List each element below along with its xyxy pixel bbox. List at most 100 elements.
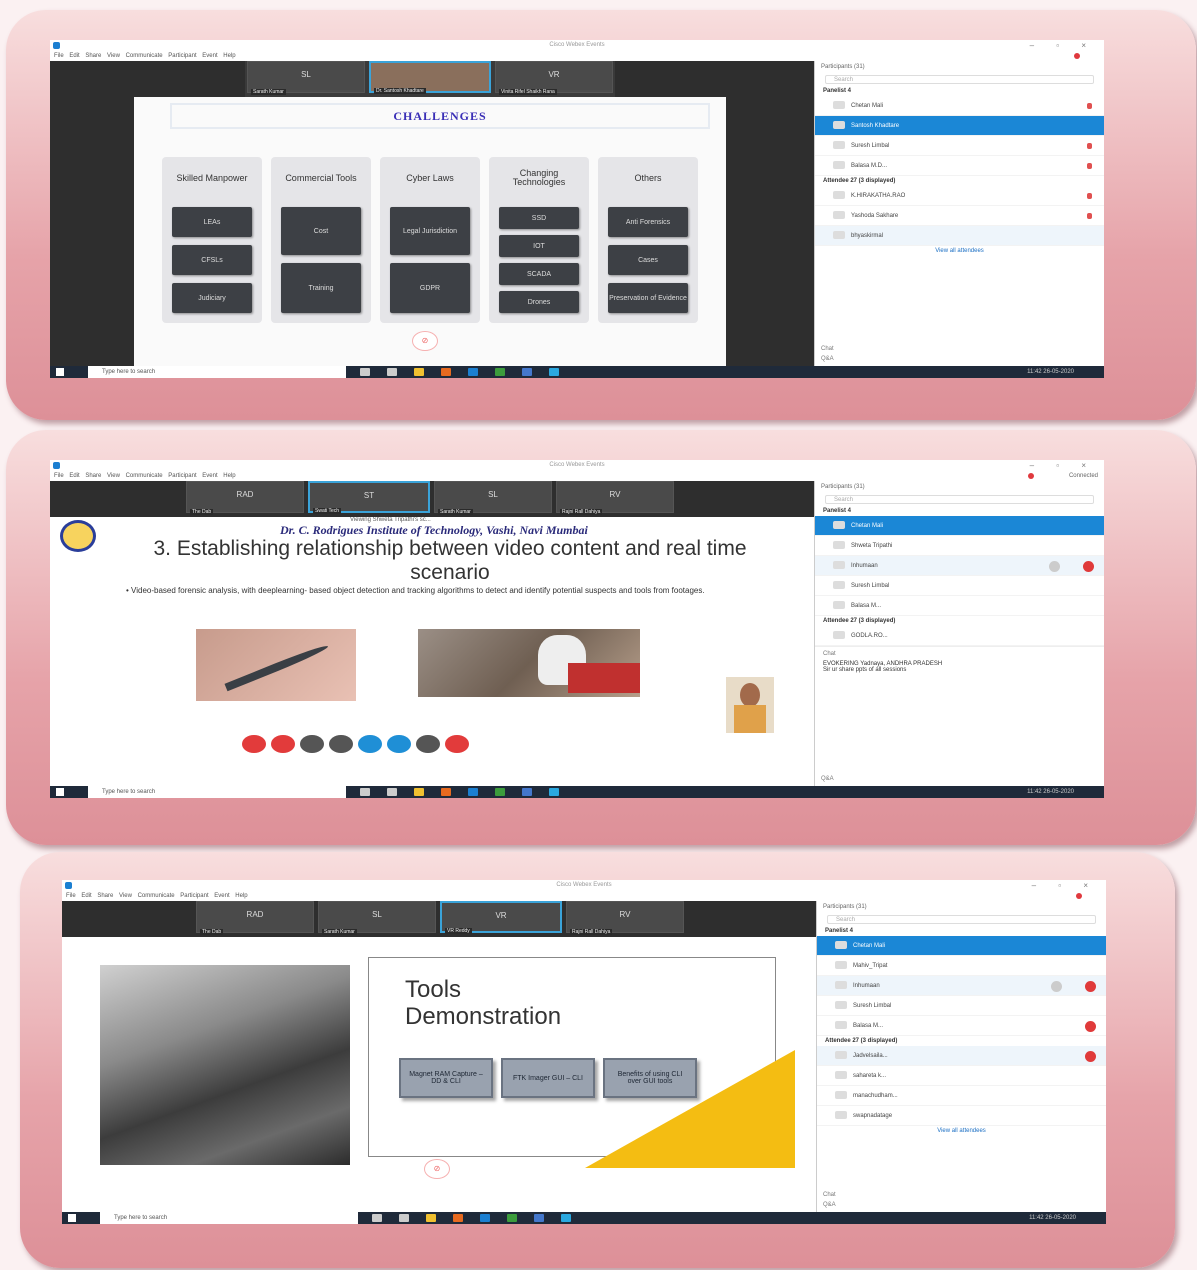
participants-header[interactable]: Participants (31) — [815, 61, 1104, 73]
participant-row[interactable]: swapnadatage — [817, 1106, 1106, 1126]
record-button[interactable] — [329, 735, 353, 753]
view-all-attendees-link[interactable]: View all attendees — [817, 1126, 1106, 1136]
start-icon[interactable] — [68, 1214, 76, 1222]
mic-muted-icon[interactable] — [1085, 981, 1096, 992]
mic-muted-icon[interactable] — [1087, 193, 1092, 199]
window-controls[interactable]: – ▫ × — [1030, 40, 1096, 51]
mic-muted-icon[interactable] — [1083, 561, 1094, 572]
floating-control-icon[interactable]: ⊘ — [412, 331, 438, 351]
leave-button[interactable] — [445, 735, 469, 753]
window-title: Cisco Webex Events — [556, 882, 612, 888]
record-icon[interactable] — [1074, 53, 1080, 59]
video-tile[interactable]: RV Rajni Rall Dahiya — [556, 481, 674, 515]
qa-toggle[interactable]: Q&A — [821, 354, 1098, 364]
mic-muted-icon[interactable] — [1085, 1021, 1096, 1032]
mic-muted-icon[interactable] — [1087, 143, 1092, 149]
stop-video-button[interactable] — [271, 735, 295, 753]
start-icon[interactable] — [56, 368, 64, 376]
participant-row[interactable]: Shweta Tripathi — [815, 536, 1104, 556]
mic-muted-icon[interactable] — [1087, 213, 1092, 219]
avatar — [833, 601, 845, 610]
video-tile-active[interactable]: VR VR Reddy — [440, 901, 562, 934]
participants-header[interactable]: Participants (31) — [817, 901, 1106, 913]
view-all-attendees-link[interactable]: View all attendees — [815, 246, 1104, 256]
meeting-controls[interactable] — [242, 735, 474, 755]
participant-search-input[interactable]: Search — [825, 495, 1094, 504]
video-tile[interactable]: SL Sarath Kumar — [247, 61, 365, 95]
more-button[interactable] — [416, 735, 440, 753]
category-item: Cases — [608, 245, 688, 275]
menu-bar[interactable]: File Edit Share View Communicate Partici… — [50, 51, 1104, 61]
video-tile[interactable]: RAD The Dab — [186, 481, 304, 515]
record-icon[interactable] — [1028, 473, 1034, 479]
participant-row[interactable]: K.HIRAKATHA.RAO — [815, 186, 1104, 206]
participants-button[interactable] — [358, 735, 382, 753]
institute-logo — [60, 520, 96, 552]
menu-items[interactable]: File Edit Share View Communicate Partici… — [66, 893, 248, 899]
chat-toggle[interactable]: Chat — [815, 646, 1104, 661]
participant-row[interactable]: manachudham... — [817, 1086, 1106, 1106]
panelist-section[interactable]: Panelist 4 — [817, 926, 1106, 936]
avatar — [835, 981, 847, 990]
floating-control-icon[interactable]: ⊘ — [424, 1159, 450, 1179]
window-controls[interactable]: – ▫ × — [1032, 880, 1098, 891]
attendee-section[interactable]: Attendee 27 (3 displayed) — [817, 1036, 1106, 1046]
participant-row[interactable]: Suresh Limbal — [815, 136, 1104, 156]
chat-button[interactable] — [387, 735, 411, 753]
attendee-section[interactable]: Attendee 27 (3 displayed) — [815, 176, 1104, 186]
video-tile[interactable]: RV Rajni Rall Dahiya — [566, 901, 684, 935]
menu-items[interactable]: File Edit Share View Communicate Partici… — [54, 473, 236, 479]
participant-row-selected[interactable]: Santosh Khadtare — [815, 116, 1104, 136]
participant-row[interactable]: Balasa M... — [817, 1016, 1106, 1036]
mute-button[interactable] — [242, 735, 266, 753]
menu-items[interactable]: File Edit Share View Communicate Partici… — [54, 53, 236, 59]
video-tile[interactable]: SL Sarath Kumar — [318, 901, 436, 935]
participant-row[interactable]: sahareta k... — [817, 1066, 1106, 1086]
start-icon[interactable] — [56, 788, 64, 796]
participant-row-selected[interactable]: Chetan Mali — [817, 936, 1106, 956]
video-tile[interactable]: SL Sarath Kumar — [434, 481, 552, 515]
participant-row[interactable]: Mahiv_Tripat — [817, 956, 1106, 976]
participant-row[interactable]: Suresh Limbal — [817, 996, 1106, 1016]
window-controls[interactable]: – ▫ × — [1030, 460, 1096, 471]
participant-row[interactable]: Jadvelsaila... — [817, 1046, 1106, 1066]
participant-row[interactable]: Suresh Limbal — [815, 576, 1104, 596]
participant-row[interactable]: GODLA.RO... — [815, 626, 1104, 646]
share-button[interactable] — [300, 735, 324, 753]
menu-bar[interactable]: File Edit Share View Communicate Partici… — [62, 891, 1106, 901]
taskbar-search-input[interactable]: Type here to search — [88, 786, 346, 798]
qa-toggle[interactable]: Q&A — [821, 774, 1098, 784]
taskbar-apps[interactable] — [360, 788, 576, 798]
video-tile[interactable]: VR Vinita Rifel Shaikh Rana — [495, 61, 613, 95]
taskbar-apps[interactable] — [360, 368, 576, 378]
video-tile-active[interactable]: ST Swati Tech — [308, 481, 430, 514]
category-column: Skilled Manpower LEAs CFSLs Judiciary — [162, 157, 262, 323]
mic-muted-icon[interactable] — [1087, 103, 1092, 109]
record-icon[interactable] — [1076, 893, 1082, 899]
participant-row[interactable]: Inhumaan — [817, 976, 1106, 996]
chat-toggle[interactable]: Chat — [821, 344, 1098, 354]
participant-row[interactable]: Inhumaan — [815, 556, 1104, 576]
participant-row[interactable]: Balasa M.D... — [815, 156, 1104, 176]
video-tile[interactable]: RAD The Dab — [196, 901, 314, 935]
taskbar-search-input[interactable]: Type here to search — [88, 366, 346, 378]
participant-row[interactable]: Chetan Mali — [815, 96, 1104, 116]
taskbar-search-input[interactable]: Type here to search — [100, 1212, 358, 1224]
mic-muted-icon[interactable] — [1085, 1051, 1096, 1062]
chat-toggle[interactable]: Chat — [823, 1190, 1100, 1200]
participant-row[interactable]: Yashoda Sakhare — [815, 206, 1104, 226]
menu-bar[interactable]: File Edit Share View Communicate Partici… — [50, 471, 1104, 481]
participant-row[interactable]: bhyaskirmal — [815, 226, 1104, 246]
mic-muted-icon[interactable] — [1087, 163, 1092, 169]
video-tile-active[interactable]: Dr. Santosh Khadtare — [369, 61, 491, 94]
panelist-section[interactable]: Panelist 4 — [815, 86, 1104, 96]
participant-row-selected[interactable]: Chetan Mali — [815, 516, 1104, 536]
participant-search-input[interactable]: Search — [827, 915, 1096, 924]
panelist-section[interactable]: Panelist 4 — [815, 506, 1104, 516]
participant-search-input[interactable]: Search — [825, 75, 1094, 84]
participants-header[interactable]: Participants (31) — [815, 481, 1104, 493]
qa-toggle[interactable]: Q&A — [823, 1200, 1100, 1210]
attendee-section[interactable]: Attendee 27 (3 displayed) — [815, 616, 1104, 626]
taskbar-apps[interactable] — [372, 1214, 588, 1224]
participant-row[interactable]: Balasa M... — [815, 596, 1104, 616]
